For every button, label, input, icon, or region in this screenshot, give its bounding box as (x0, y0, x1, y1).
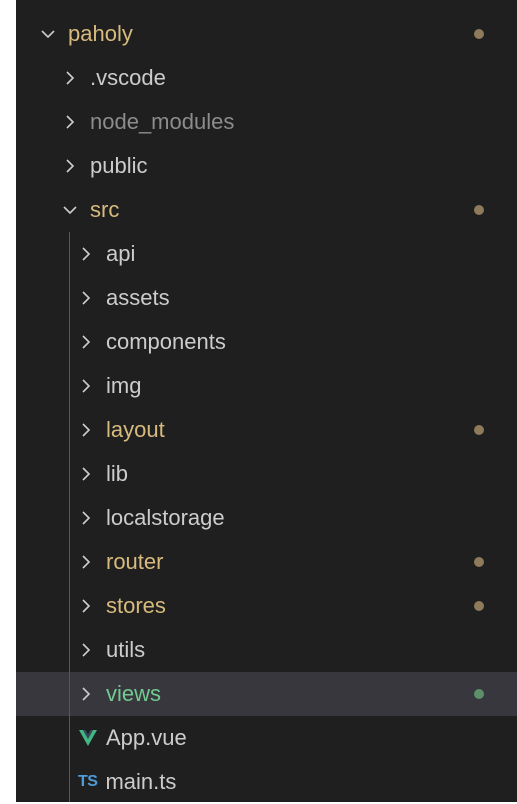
modified-dot-icon (474, 29, 484, 39)
untracked-dot-icon (474, 689, 484, 699)
chevron-right-icon (76, 420, 96, 440)
folder-lib[interactable]: lib (16, 452, 517, 496)
indent-guide (69, 232, 70, 802)
folder-label: node_modules (90, 109, 235, 134)
typescript-file-icon: TS (78, 773, 98, 790)
folder-label: utils (106, 637, 146, 662)
chevron-down-icon (38, 24, 58, 44)
modified-dot-icon (474, 601, 484, 611)
folder-views[interactable]: views (16, 672, 517, 716)
vue-file-icon (78, 729, 98, 747)
chevron-right-icon (60, 68, 80, 88)
modified-dot-icon (474, 557, 484, 567)
chevron-right-icon (76, 508, 96, 528)
folder-components[interactable]: components (16, 320, 517, 364)
chevron-right-icon (60, 112, 80, 132)
folder-layout[interactable]: layout (16, 408, 517, 452)
folder-stores[interactable]: stores (16, 584, 517, 628)
chevron-right-icon (76, 552, 96, 572)
folder-label: paholy (68, 21, 133, 46)
folder-vscode[interactable]: .vscode (16, 56, 517, 100)
folder-label: layout (106, 417, 165, 442)
folder-label: components (106, 329, 226, 354)
chevron-down-icon (60, 200, 80, 220)
chevron-right-icon (76, 244, 96, 264)
chevron-right-icon (76, 376, 96, 396)
folder-localstorage[interactable]: localstorage (16, 496, 517, 540)
modified-dot-icon (474, 205, 484, 215)
folder-utils[interactable]: utils (16, 628, 517, 672)
folder-label: assets (106, 285, 170, 310)
chevron-right-icon (76, 684, 96, 704)
chevron-right-icon (60, 156, 80, 176)
folder-label: stores (106, 593, 166, 618)
chevron-right-icon (76, 596, 96, 616)
folder-paholy[interactable]: paholy (16, 12, 517, 56)
folder-src[interactable]: src (16, 188, 517, 232)
chevron-right-icon (76, 332, 96, 352)
file-label: App.vue (106, 725, 187, 750)
chevron-right-icon (76, 640, 96, 660)
folder-label: router (106, 549, 164, 574)
explorer-tree: paholy .vscode node_modules public src a… (16, 12, 517, 804)
file-main-ts[interactable]: TS main.ts (16, 760, 517, 804)
folder-api[interactable]: api (16, 232, 517, 276)
folder-label: lib (106, 461, 129, 486)
modified-dot-icon (474, 425, 484, 435)
folder-label: src (90, 197, 120, 222)
folder-label: public (90, 153, 148, 178)
chevron-right-icon (76, 464, 96, 484)
folder-label: views (106, 681, 162, 706)
folder-label: .vscode (90, 65, 166, 90)
folder-public[interactable]: public (16, 144, 517, 188)
file-app-vue[interactable]: App.vue (16, 716, 517, 760)
chevron-right-icon (76, 288, 96, 308)
folder-label: localstorage (106, 505, 225, 530)
file-label: main.ts (105, 769, 177, 794)
folder-label: img (106, 373, 142, 398)
folder-router[interactable]: router (16, 540, 517, 584)
folder-label: api (106, 241, 136, 266)
folder-img[interactable]: img (16, 364, 517, 408)
folder-node-modules[interactable]: node_modules (16, 100, 517, 144)
folder-assets[interactable]: assets (16, 276, 517, 320)
file-explorer: paholy .vscode node_modules public src a… (16, 0, 517, 802)
